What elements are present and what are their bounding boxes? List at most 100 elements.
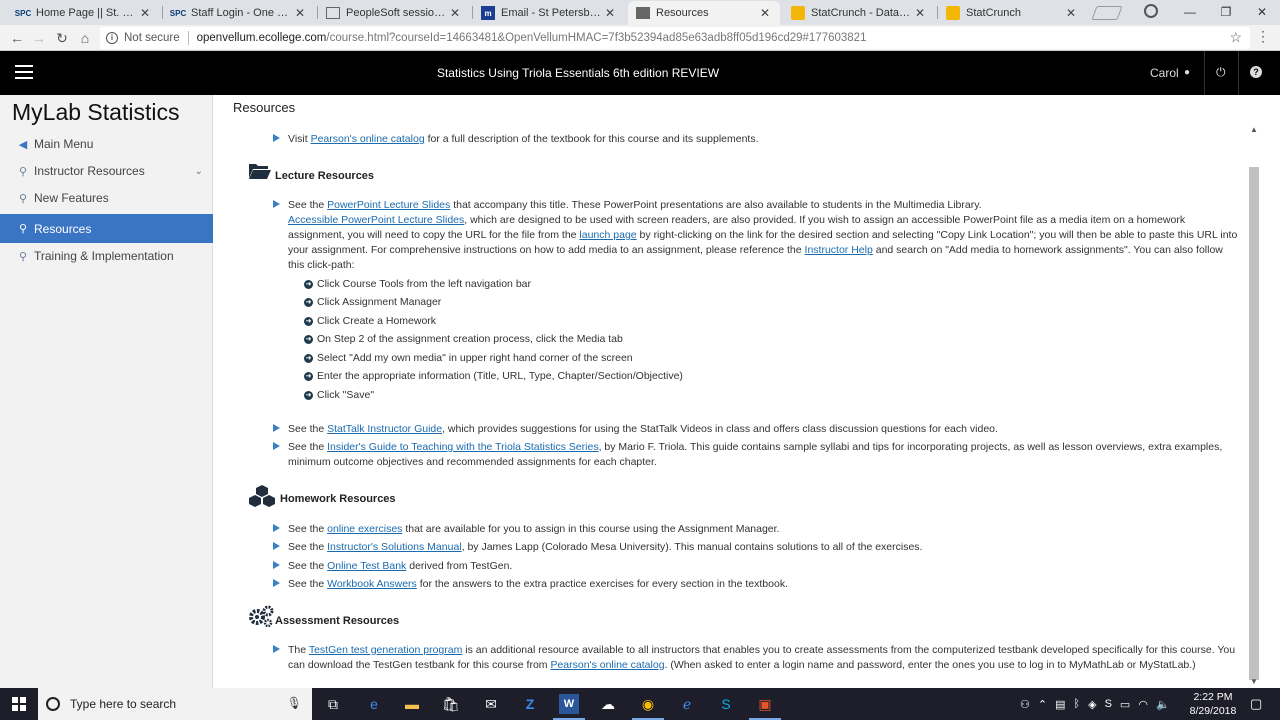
- sidebar-item-resources[interactable]: ⚲ Resources: [0, 214, 213, 243]
- edge-icon[interactable]: e: [364, 694, 384, 714]
- notifications-icon[interactable]: ▢: [1250, 696, 1262, 712]
- power-icon[interactable]: ⏻: [1216, 65, 1226, 80]
- instructor-help-link[interactable]: Instructor Help: [805, 244, 873, 256]
- workbook-answers-link[interactable]: Workbook Answers: [327, 578, 417, 590]
- list-item: ➜ On Step 2 of the assignment creation pr…: [304, 333, 623, 345]
- chevron-down-icon: ⌄: [194, 165, 203, 177]
- scroll-down-arrow[interactable]: ▼: [1250, 677, 1258, 686]
- task-view-icon[interactable]: ⧉: [323, 694, 343, 714]
- battery-icon[interactable]: ▭: [1120, 698, 1130, 711]
- close-icon[interactable]: ✕: [760, 6, 772, 20]
- mail-icon[interactable]: ✉: [481, 694, 501, 714]
- page-title: Resources: [233, 100, 296, 115]
- address-bar[interactable]: i Not secure openvellum.ecollege.com/cou…: [100, 27, 1250, 49]
- browser-menu-icon[interactable]: ⋮: [1256, 28, 1270, 45]
- pearson-catalog-link[interactable]: Pearson's online catalog: [311, 133, 425, 145]
- new-tab-button[interactable]: [1091, 6, 1123, 20]
- close-icon[interactable]: ✕: [295, 6, 307, 20]
- bullet-icon: [273, 442, 280, 450]
- store-icon[interactable]: 🛍: [441, 694, 461, 714]
- chevron-up-icon[interactable]: ⌃: [1038, 698, 1047, 711]
- insiders-guide-link[interactable]: Insider's Guide to Teaching with the Tri…: [327, 441, 598, 453]
- reload-icon[interactable]: ↻: [53, 29, 71, 47]
- bookmark-star-icon[interactable]: ☆: [1229, 29, 1242, 46]
- testgen-link[interactable]: TestGen test generation program: [309, 644, 463, 656]
- close-icon[interactable]: ✕: [1066, 6, 1078, 20]
- close-icon[interactable]: ✕: [915, 6, 927, 20]
- arrow-circle-icon: ➜: [304, 317, 313, 326]
- minimize-icon[interactable]: —: [1172, 0, 1208, 25]
- browser-tab[interactable]: PeopleSoft session expire ✕: [318, 1, 470, 25]
- app-icon[interactable]: ☁: [598, 694, 618, 714]
- arrow-circle-icon: ➜: [304, 280, 313, 289]
- browser-tab[interactable]: SPC Staff Login - One SPC ✕: [163, 1, 315, 25]
- accessible-slides-link[interactable]: Accessible PowerPoint Lecture Slides: [288, 214, 464, 226]
- internet-explorer-icon[interactable]: ℯ: [677, 694, 697, 714]
- wifi-icon[interactable]: ◠: [1138, 698, 1148, 711]
- tray-app-icon[interactable]: ◈: [1088, 698, 1096, 711]
- home-icon[interactable]: ⌂: [76, 29, 94, 47]
- back-icon[interactable]: ←: [8, 29, 26, 47]
- windows-start-icon[interactable]: [12, 697, 26, 711]
- list-item: ➜ Select "Add my own media" in upper righ…: [304, 352, 633, 364]
- link-icon: ⚲: [18, 165, 28, 178]
- link-icon: ⚲: [18, 250, 28, 263]
- skype-tray-icon[interactable]: S: [1105, 698, 1112, 710]
- launch-page-link[interactable]: launch page: [579, 229, 636, 241]
- sidebar-item-new-features[interactable]: ⚲ New Features: [0, 184, 213, 212]
- maximize-icon[interactable]: ❐: [1208, 0, 1244, 25]
- close-window-icon[interactable]: ✕: [1244, 0, 1280, 25]
- online-exercises-link[interactable]: online exercises: [327, 523, 402, 535]
- intro-paragraph: Visit Pearson's online catalog for a ful…: [288, 133, 759, 145]
- url-path: /course.html?courseId=14663481&OpenVellu…: [326, 32, 867, 44]
- close-icon[interactable]: ✕: [605, 6, 617, 20]
- people-icon[interactable]: ⚇: [1020, 698, 1030, 711]
- app-z-icon[interactable]: Z: [520, 694, 540, 714]
- browser-tab[interactable]: StatCrunch - Data analysi ✕: [783, 1, 935, 25]
- sidebar-item-main-menu[interactable]: ◀ Main Menu: [0, 130, 213, 158]
- help-icon[interactable]: ?: [1250, 66, 1262, 78]
- solutions-manual-link[interactable]: Instructor's Solutions Manual: [327, 541, 462, 553]
- browser-tab[interactable]: m Email - St Petersburg Coll ✕: [473, 1, 625, 25]
- scroll-up-arrow[interactable]: ▲: [1250, 125, 1258, 134]
- browser-tab-active[interactable]: Resources ✕: [628, 1, 780, 25]
- chrome-icon[interactable]: ◉: [632, 694, 664, 720]
- tray-app-icon[interactable]: ▤: [1055, 698, 1065, 711]
- sidebar-item-instructor-resources[interactable]: ⚲ Instructor Resources ⌄: [0, 157, 213, 185]
- bullet-icon: [273, 524, 280, 532]
- volume-icon[interactable]: 🔈: [1156, 698, 1170, 711]
- folder-open-icon: [248, 161, 272, 186]
- list-item: ➜ Click "Save": [304, 389, 375, 401]
- main-content: Resources ▲ ▼ Visit Pearson's online cat…: [214, 95, 1280, 688]
- taskbar-clock[interactable]: 2:22 PM 8/29/2018: [1188, 690, 1238, 718]
- sidebar-item-training[interactable]: ⚲ Training & Implementation: [0, 242, 213, 270]
- pearson-catalog-link[interactable]: Pearson's online catalog: [550, 659, 664, 671]
- stattalk-guide-link[interactable]: StatTalk Instructor Guide: [327, 423, 442, 435]
- screencast-icon[interactable]: ▣: [749, 694, 781, 720]
- test-bank-link[interactable]: Online Test Bank: [327, 560, 406, 572]
- browser-tab-strip: SPC Home Page || St. Petersbu ✕ SPC Staf…: [0, 0, 1280, 25]
- browser-tab[interactable]: StatCrunch ✕: [938, 1, 1086, 25]
- info-icon[interactable]: i: [106, 32, 118, 44]
- bluetooth-icon[interactable]: ᛒ: [1074, 698, 1081, 710]
- system-tray: ⚇ ⌃ ▤ ᛒ ◈ S ▭ ◠ 🔈: [1020, 688, 1178, 720]
- forward-icon[interactable]: →: [30, 29, 48, 47]
- word-icon[interactable]: W: [553, 694, 585, 720]
- spc-favicon-icon: SPC: [169, 8, 187, 18]
- taskbar-search-input[interactable]: Type here to search 🎙: [38, 688, 312, 720]
- windows-taskbar: Type here to search 🎙 ⧉ e ▬ 🛍 ✉ Z W ☁ ◉ …: [0, 688, 1280, 720]
- user-icon[interactable]: ●: [1184, 67, 1190, 78]
- microphone-icon[interactable]: 🎙: [287, 696, 302, 710]
- file-explorer-icon[interactable]: ▬: [402, 694, 422, 714]
- skype-icon[interactable]: S: [716, 694, 736, 714]
- scrollbar-thumb[interactable]: [1249, 167, 1259, 680]
- app-header: Statistics Using Triola Essentials 6th e…: [0, 51, 1280, 95]
- close-icon[interactable]: ✕: [140, 6, 152, 20]
- browser-tab[interactable]: SPC Home Page || St. Petersbu ✕: [8, 1, 160, 25]
- profile-icon[interactable]: [1144, 4, 1158, 18]
- close-icon[interactable]: ✕: [450, 6, 462, 20]
- user-name[interactable]: Carol: [1150, 66, 1179, 80]
- testgen-paragraph: The TestGen test generation program is a…: [288, 644, 1236, 671]
- list-item: ➜ Enter the appropriate information (Titl…: [304, 370, 683, 382]
- powerpoint-slides-link[interactable]: PowerPoint Lecture Slides: [327, 199, 450, 211]
